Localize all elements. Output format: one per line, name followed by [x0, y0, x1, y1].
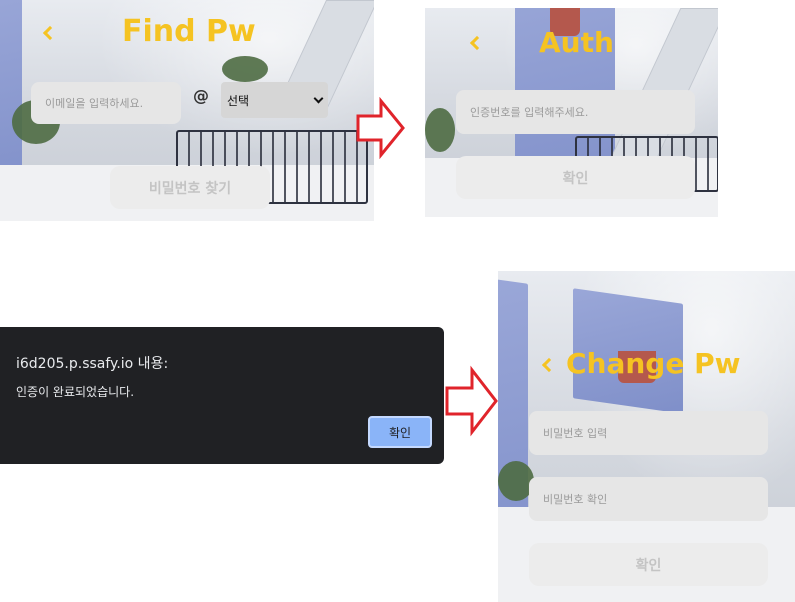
page-title: Change Pw — [566, 347, 741, 380]
new-password-input[interactable]: 비밀번호 입력 — [529, 411, 768, 455]
page-title: Auth — [539, 26, 614, 59]
dialog-message: 인증이 완료되었습니다. — [16, 385, 135, 399]
select-value: 선택 — [227, 93, 250, 108]
dialog-ok-button[interactable]: 확인 — [368, 416, 432, 448]
confirm-button[interactable]: 확인 — [529, 543, 768, 586]
email-domain-select[interactable]: 선택 — [221, 82, 328, 118]
auth-screen: Auth 인증번호를 입력해주세요. 확인 — [425, 8, 718, 217]
change-pw-screen: Change Pw 비밀번호 입력 비밀번호 확인 확인 — [498, 271, 795, 602]
find-pw-screen: Find Pw 이메일을 입력하세요. @ 선택 비밀번호 찾기 — [0, 0, 374, 221]
auth-code-input[interactable]: 인증번호를 입력해주세요. — [456, 90, 695, 134]
flow-arrow-icon — [356, 97, 405, 159]
page-title: Find Pw — [122, 14, 256, 49]
flow-arrow-icon — [445, 365, 498, 437]
select-chevron-icon — [313, 93, 324, 104]
at-symbol: @ — [193, 86, 209, 105]
email-input[interactable]: 이메일을 입력하세요. — [31, 82, 181, 124]
confirm-password-input[interactable]: 비밀번호 확인 — [529, 477, 768, 521]
plant-decoration — [425, 108, 455, 152]
find-password-button[interactable]: 비밀번호 찾기 — [110, 166, 270, 209]
dialog-title: i6d205.p.ssafy.io 내용: — [16, 356, 169, 372]
plant-decoration — [222, 56, 268, 82]
alert-dialog: i6d205.p.ssafy.io 내용: 인증이 완료되었습니다. 확인 — [0, 327, 444, 464]
confirm-button[interactable]: 확인 — [456, 156, 695, 199]
